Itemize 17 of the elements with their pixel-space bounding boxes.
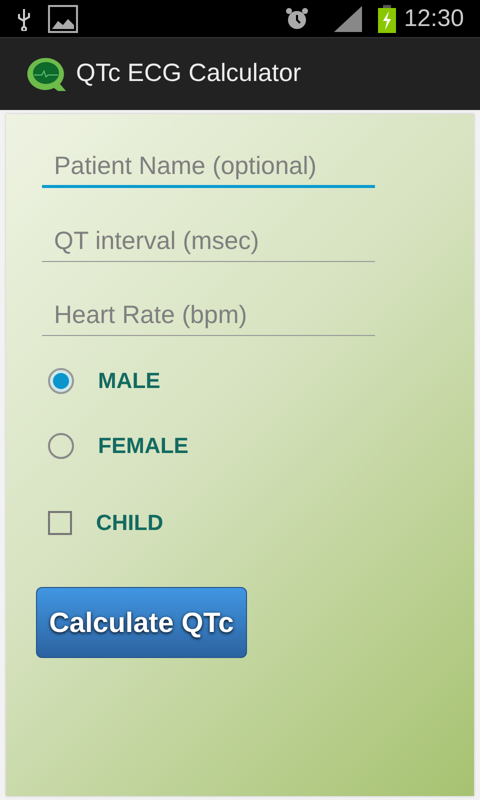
battery-icon bbox=[378, 4, 396, 32]
usb-icon bbox=[16, 6, 32, 30]
text-field[interactable]: Heart Rate (bpm) bbox=[42, 300, 375, 336]
radio-button[interactable] bbox=[48, 368, 74, 394]
alarm-icon bbox=[284, 6, 310, 32]
status-time: 12:30 bbox=[404, 4, 464, 34]
signal-icon bbox=[334, 6, 362, 32]
checkbox[interactable] bbox=[48, 510, 72, 534]
option-label: FEMALE bbox=[98, 432, 188, 460]
image-icon bbox=[48, 4, 78, 32]
radio-button[interactable] bbox=[48, 432, 74, 458]
option-label: MALE bbox=[98, 367, 160, 395]
calculate-button[interactable]: Calculate QTc bbox=[36, 587, 247, 658]
option-label: CHILD bbox=[96, 509, 164, 537]
text-field[interactable]: QT interval (msec) bbox=[42, 226, 375, 262]
app-title: QTc ECG Calculator bbox=[76, 58, 302, 90]
text-field[interactable]: Patient Name (optional) bbox=[42, 152, 375, 188]
